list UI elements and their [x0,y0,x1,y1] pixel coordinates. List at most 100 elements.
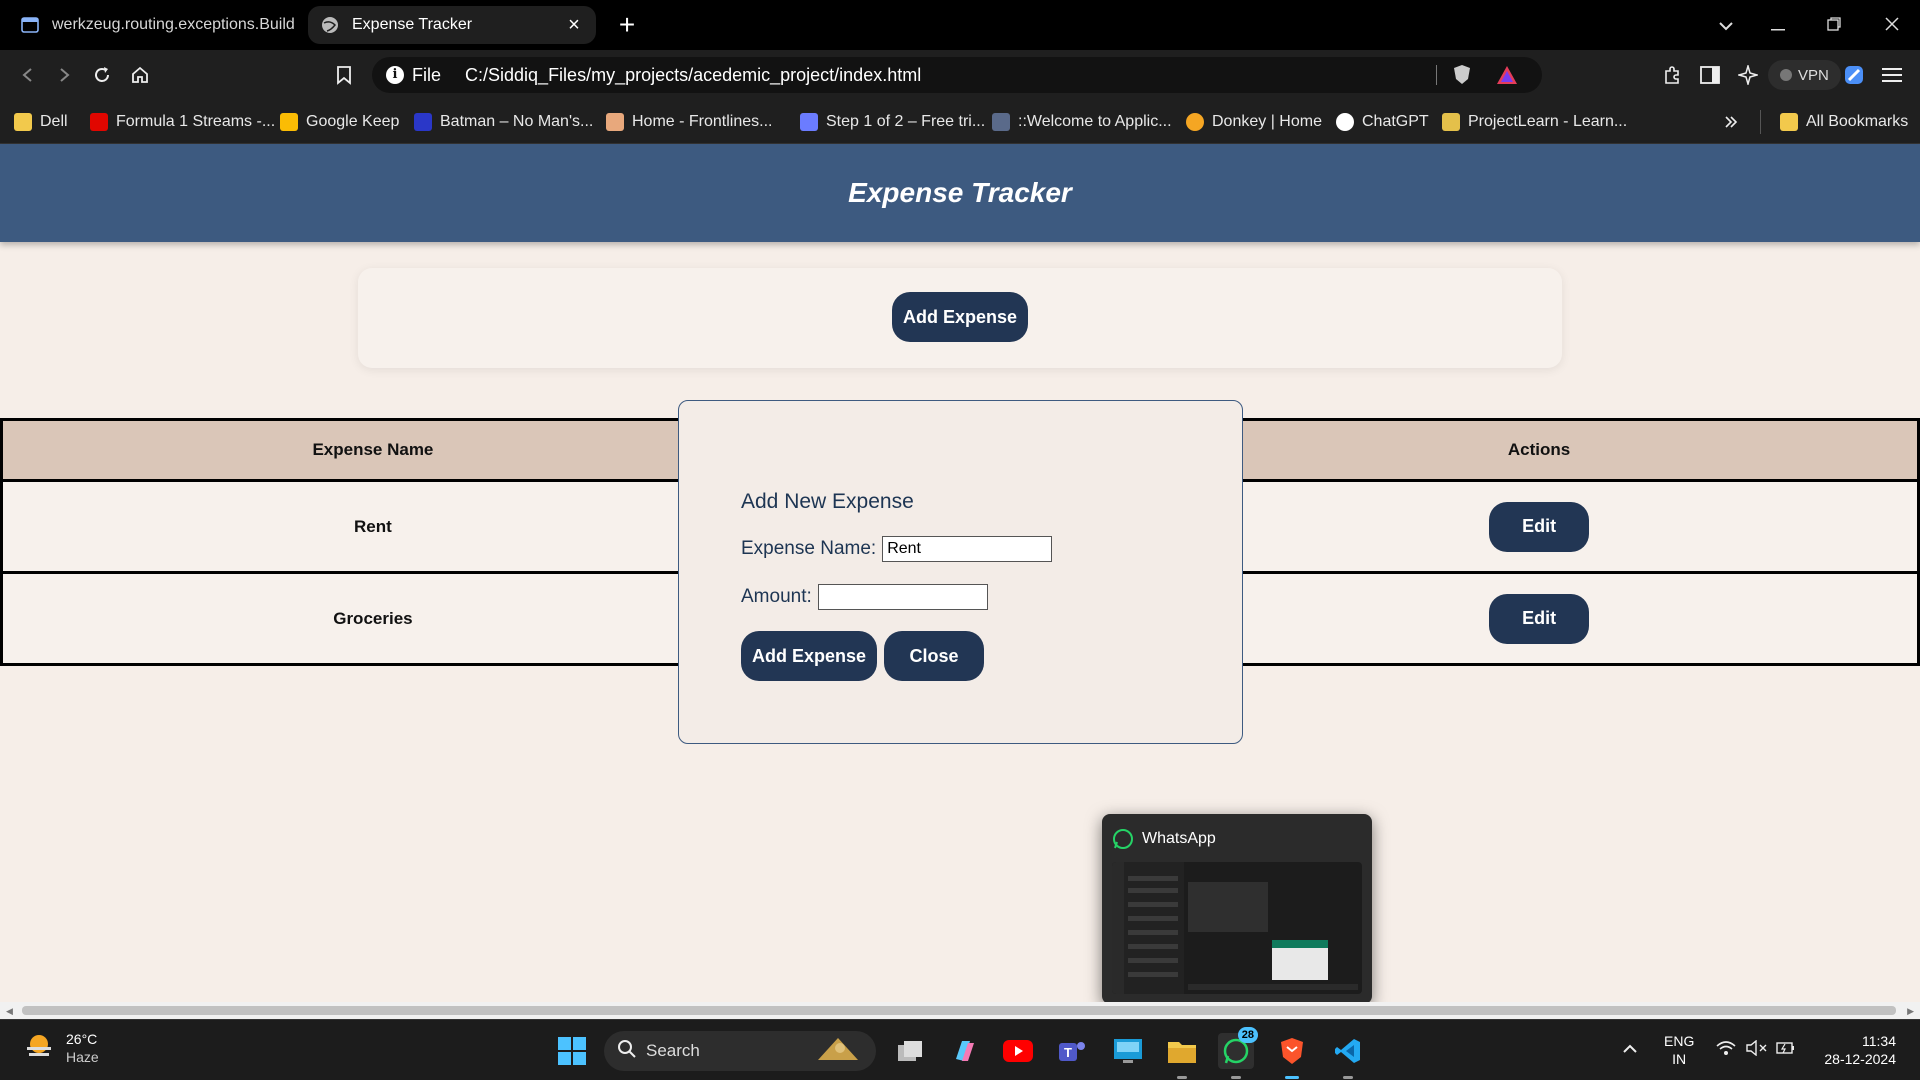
wifi-icon[interactable] [1716,1040,1736,1060]
wallet-icon[interactable] [1838,59,1870,91]
tab-werkzeug-error[interactable]: werkzeug.routing.exceptions.BuildEr [8,6,308,44]
volume-muted-icon[interactable] [1746,1039,1768,1060]
divider [1436,65,1437,85]
all-bookmarks-folder[interactable]: All Bookmarks [1780,110,1908,134]
show-hidden-icons-icon[interactable] [1622,1040,1638,1058]
close-modal-button[interactable]: Close [884,631,984,681]
svg-text:T: T [1064,1045,1072,1060]
expense-name-input[interactable] [882,536,1053,562]
bookmark-item[interactable]: ChatGPT [1336,110,1429,134]
vscode-icon[interactable] [1330,1033,1366,1079]
bookmark-item[interactable]: Formula 1 Streams -... [90,110,275,134]
file-explorer-icon[interactable] [1164,1033,1200,1079]
expense-name-label: Expense Name: [741,538,877,559]
reload-icon[interactable] [86,59,118,91]
bookmark-label: Dell [40,113,68,130]
all-bookmarks-label: All Bookmarks [1806,113,1909,130]
expense-name-cell: Rent [0,479,746,574]
vpn-label: VPN [1798,66,1829,84]
close-tab-icon[interactable]: × [564,14,584,37]
brave-browser-icon[interactable] [1274,1033,1310,1079]
bookmark-label: Formula 1 Streams -... [116,113,276,130]
copilot-icon[interactable] [946,1033,982,1069]
submit-expense-button[interactable]: Add Expense [741,631,877,681]
batman-icon [414,113,432,131]
edit-button[interactable]: Edit [1489,593,1590,644]
browser-tab-bar: werkzeug.routing.exceptions.BuildEr Expe… [0,0,1920,50]
bookmark-icon[interactable] [328,59,360,91]
tab-expense-tracker[interactable]: Expense Tracker × [308,6,596,44]
tab-search-chevron-icon[interactable] [1706,8,1746,42]
scroll-left-icon[interactable]: ◀ [6,1006,13,1017]
welcome-icon [992,113,1010,131]
remote-desktop-icon[interactable] [1110,1033,1146,1069]
back-icon[interactable] [12,59,44,91]
sidebar-icon[interactable] [1694,59,1726,91]
preview-title: WhatsApp [1142,830,1216,847]
minimize-button[interactable] [1758,8,1798,42]
bookmark-item[interactable]: ProjectLearn - Learn... [1442,110,1627,134]
leo-ai-icon[interactable] [1732,59,1764,91]
info-icon[interactable]: i [386,66,404,84]
whatsapp-window-thumbnail [1112,862,1362,994]
battery-icon[interactable] [1776,1040,1796,1060]
search-label: Search [646,1041,700,1060]
scrollbar-thumb[interactable] [22,1006,1896,1015]
windows-taskbar: 26°C Haze Search T 28 ENG IN 11:34 28-12… [0,1019,1920,1080]
haze-weather-icon [24,1031,54,1066]
bookmark-label: Home - Frontlines... [632,113,773,130]
extensions-icon[interactable] [1656,59,1688,91]
horizontal-scrollbar[interactable]: ◀ ▶ [0,1002,1920,1019]
expense-name-row: Expense Name: [741,536,1053,562]
bookmark-label: ProjectLearn - Learn... [1468,113,1628,130]
bookmark-item[interactable]: Donkey | Home [1186,110,1322,134]
bookmark-label: Step 1 of 2 – Free tri... [826,113,986,130]
folder-icon [14,113,32,131]
address-bar[interactable]: i File C:/Siddiq_Files/my_projects/acede… [372,57,1542,93]
tab-title: werkzeug.routing.exceptions.BuildEr [52,16,296,33]
f1-icon [90,113,108,131]
bookmark-item[interactable]: ::Welcome to Applic... [992,110,1172,134]
scroll-right-icon[interactable]: ▶ [1907,1006,1914,1017]
vpn-button[interactable]: VPN [1768,60,1841,90]
folder-icon [1780,113,1798,131]
brave-rewards-icon[interactable] [1496,65,1518,90]
language-indicator[interactable]: ENG IN [1664,1032,1694,1068]
running-indicator [1177,1076,1187,1079]
bookmark-item[interactable]: Batman – No Man's... [414,110,593,134]
url-text[interactable]: C:/Siddiq_Files/my_projects/acedemic_pro… [465,65,921,86]
header-actions: Actions [1158,418,1920,482]
task-view-icon[interactable] [892,1033,928,1069]
bookmark-label: Google Keep [306,113,400,130]
clock[interactable]: 11:34 28-12-2024 [1814,1032,1896,1068]
browser-toolbar: i File C:/Siddiq_Files/my_projects/acede… [0,50,1920,100]
whatsapp-taskbar-icon[interactable]: 28 [1218,1027,1258,1079]
restore-button[interactable] [1814,8,1854,42]
youtube-icon[interactable] [1000,1033,1036,1069]
start-icon[interactable] [554,1033,590,1069]
home-icon[interactable] [124,59,156,91]
search-highlight-icon [810,1034,866,1069]
add-expense-modal: Add New Expense Expense Name: Amount: Ad… [678,400,1243,744]
brave-shields-icon[interactable] [1452,64,1472,91]
amount-input[interactable] [817,584,988,610]
keep-icon [280,113,298,131]
add-expense-button[interactable]: Add Expense [892,292,1028,342]
globe-icon [320,15,340,35]
bookmarks-divider [1760,110,1761,134]
menu-icon[interactable] [1876,59,1908,91]
edit-button[interactable]: Edit [1489,501,1590,552]
taskbar-search[interactable]: Search [604,1031,876,1071]
weather-widget[interactable]: 26°C Haze [24,1030,99,1066]
bookmark-item[interactable]: Home - Frontlines... [606,110,772,134]
more-bookmarks-icon[interactable] [1724,110,1738,134]
forward-icon[interactable] [48,59,80,91]
teams-icon[interactable]: T [1054,1033,1090,1069]
bookmark-item[interactable]: Google Keep [280,110,399,134]
close-window-button[interactable] [1872,8,1912,42]
bookmark-item[interactable]: Step 1 of 2 – Free tri... [800,110,985,134]
frontlines-icon [606,113,624,131]
new-tab-button[interactable]: + [612,10,642,40]
whatsapp-taskbar-preview[interactable]: WhatsApp [1102,814,1372,1004]
bookmark-item[interactable]: Dell [14,110,68,134]
